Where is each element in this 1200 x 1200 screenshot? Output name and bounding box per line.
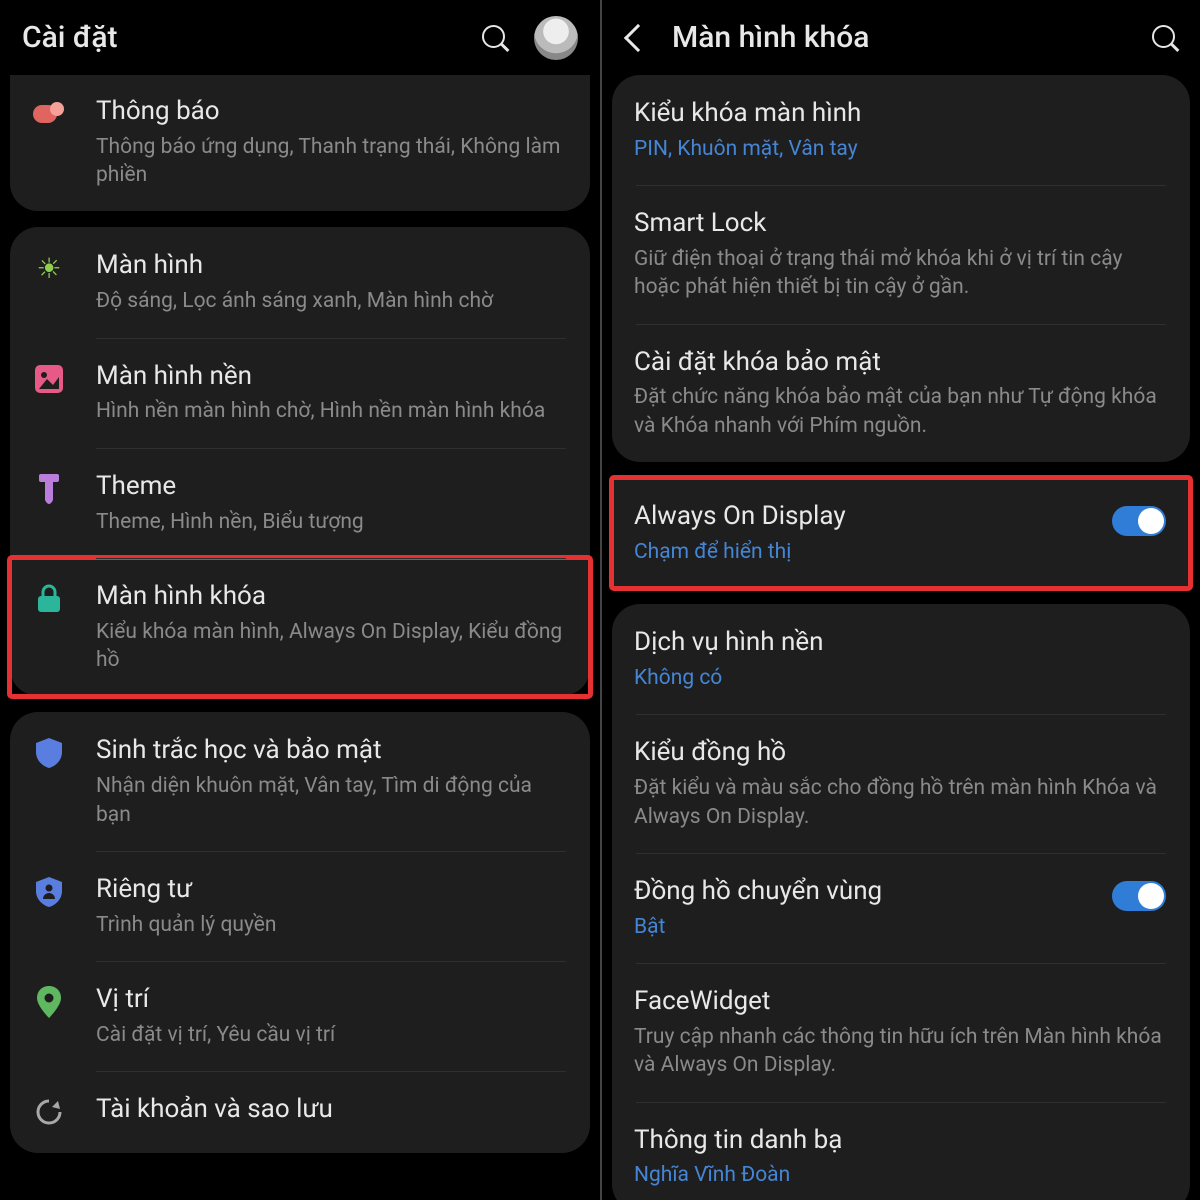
item-label: Thông tin danh bạ [634, 1124, 1166, 1158]
item-clock-style[interactable]: Kiểu đồng hồ Đặt kiểu và màu sắc cho đồn… [612, 714, 1190, 852]
item-label: Đồng hồ chuyển vùng [634, 875, 1100, 909]
item-contact-info[interactable]: Thông tin danh bạ Nghĩa Vĩnh Đoàn [612, 1102, 1190, 1200]
settings-card: Always On Display Chạm để hiển thị [612, 478, 1190, 588]
settings-item-theme[interactable]: Theme Theme, Hình nền, Biểu tượng [10, 448, 590, 558]
settings-item-notifications[interactable]: Thông báo Thông báo ứng dụng, Thanh trạn… [10, 85, 590, 211]
settings-card: Sinh trắc học và bảo mật Nhận diện khuôn… [10, 712, 590, 1153]
settings-card: ☀ Màn hình Độ sáng, Lọc ánh sáng xanh, M… [10, 227, 590, 696]
item-label: Dịch vụ hình nền [634, 626, 1166, 660]
settings-item-privacy[interactable]: Riêng tư Trình quản lý quyền [10, 851, 590, 961]
item-sub: PIN, Khuôn mặt, Vân tay [634, 135, 1166, 163]
privacy-icon [32, 875, 66, 909]
item-sub: Hình nền màn hình chờ, Hình nền màn hình… [96, 397, 566, 425]
item-label: Theme [96, 470, 566, 504]
page-title: Màn hình khóa [672, 20, 1152, 55]
search-icon[interactable] [1152, 25, 1178, 51]
item-sub: Thông báo ứng dụng, Thanh trạng thái, Kh… [96, 133, 566, 190]
settings-header: Cài đặt [0, 0, 600, 75]
item-sub: Độ sáng, Lọc ánh sáng xanh, Màn hình chờ [96, 287, 566, 315]
item-sub: Đặt kiểu và màu sắc cho đồng hồ trên màn… [634, 774, 1166, 831]
search-icon[interactable] [482, 25, 508, 51]
settings-item-location[interactable]: Vị trí Cài đặt vị trí, Yêu cầu vị trí [10, 961, 590, 1071]
notifications-icon [32, 97, 66, 131]
settings-item-display[interactable]: ☀ Màn hình Độ sáng, Lọc ánh sáng xanh, M… [10, 227, 590, 337]
settings-item-accounts[interactable]: Tài khoản và sao lưu [10, 1071, 590, 1153]
sync-icon [32, 1095, 66, 1129]
item-label: Tài khoản và sao lưu [96, 1093, 566, 1127]
item-sub: Nhận diện khuôn mặt, Vân tay, Tìm di độn… [96, 772, 566, 829]
item-sub: Đặt chức năng khóa bảo mật của bạn như T… [634, 383, 1166, 440]
item-smart-lock[interactable]: Smart Lock Giữ điện thoại ở trạng thái m… [612, 185, 1190, 323]
back-icon[interactable] [624, 23, 652, 51]
settings-item-biometrics[interactable]: Sinh trắc học và bảo mật Nhận diện khuôn… [10, 712, 590, 850]
item-wallpaper-service[interactable]: Dịch vụ hình nền Không có [612, 604, 1190, 714]
item-label: Cài đặt khóa bảo mật [634, 346, 1166, 380]
item-sub: Truy cập nhanh các thông tin hữu ích trê… [634, 1023, 1166, 1080]
wallpaper-icon [32, 362, 66, 396]
item-sub: Chạm để hiển thị [634, 538, 1100, 566]
roaming-clock-toggle[interactable] [1112, 881, 1166, 911]
item-secure-lock[interactable]: Cài đặt khóa bảo mật Đặt chức năng khóa … [612, 324, 1190, 462]
item-roaming-clock[interactable]: Đồng hồ chuyển vùng Bật [612, 853, 1190, 963]
item-label: Thông báo [96, 95, 566, 129]
item-sub: Giữ điện thoại ở trạng thái mở khóa khi … [634, 245, 1166, 302]
item-sub: Nghĩa Vĩnh Đoàn [634, 1161, 1166, 1189]
page-title: Cài đặt [22, 20, 482, 55]
settings-item-wallpaper[interactable]: Màn hình nền Hình nền màn hình chờ, Hình… [10, 338, 590, 448]
settings-card: Dịch vụ hình nền Không có Kiểu đồng hồ Đ… [612, 604, 1190, 1200]
settings-list[interactable]: Thông báo Thông báo ứng dụng, Thanh trạn… [0, 75, 600, 1200]
item-always-on-display[interactable]: Always On Display Chạm để hiển thị [612, 478, 1190, 588]
lockscreen-header: Màn hình khóa [602, 0, 1200, 75]
item-label: Smart Lock [634, 207, 1166, 241]
item-label: FaceWidget [634, 985, 1166, 1019]
settings-card: Kiểu khóa màn hình PIN, Khuôn mặt, Vân t… [612, 75, 1190, 462]
item-label: Sinh trắc học và bảo mật [96, 734, 566, 768]
item-sub: Kiểu khóa màn hình, Always On Display, K… [96, 618, 566, 675]
item-label: Riêng tư [96, 873, 566, 907]
item-screen-lock-type[interactable]: Kiểu khóa màn hình PIN, Khuôn mặt, Vân t… [612, 75, 1190, 185]
item-sub: Trình quản lý quyền [96, 911, 566, 939]
item-label: Vị trí [96, 983, 566, 1017]
item-label: Màn hình nền [96, 360, 566, 394]
item-label: Kiểu đồng hồ [634, 736, 1166, 770]
item-facewidget[interactable]: FaceWidget Truy cập nhanh các thông tin … [612, 963, 1190, 1101]
item-label: Màn hình [96, 249, 566, 283]
shield-icon [32, 736, 66, 770]
item-label: Always On Display [634, 500, 1100, 534]
aod-toggle[interactable] [1112, 506, 1166, 536]
item-sub: Bật [634, 913, 1100, 941]
settings-screen: Cài đặt Thông báo Thông báo ứng dụng, Th… [0, 0, 600, 1200]
avatar[interactable] [534, 16, 578, 60]
brightness-icon: ☀ [32, 251, 66, 285]
item-sub: Cài đặt vị trí, Yêu cầu vị trí [96, 1021, 566, 1049]
item-sub: Theme, Hình nền, Biểu tượng [96, 508, 566, 536]
lockscreen-list[interactable]: Kiểu khóa màn hình PIN, Khuôn mặt, Vân t… [602, 75, 1200, 1200]
lockscreen-settings-screen: Màn hình khóa Kiểu khóa màn hình PIN, Kh… [600, 0, 1200, 1200]
settings-item-lockscreen[interactable]: Màn hình khóa Kiểu khóa màn hình, Always… [10, 558, 590, 696]
item-sub: Không có [634, 664, 1166, 692]
theme-icon [32, 472, 66, 506]
location-icon [32, 985, 66, 1019]
item-label: Kiểu khóa màn hình [634, 97, 1166, 131]
item-label: Màn hình khóa [96, 580, 566, 614]
lock-icon [32, 582, 66, 616]
settings-card: Thông báo Thông báo ứng dụng, Thanh trạn… [10, 75, 590, 211]
